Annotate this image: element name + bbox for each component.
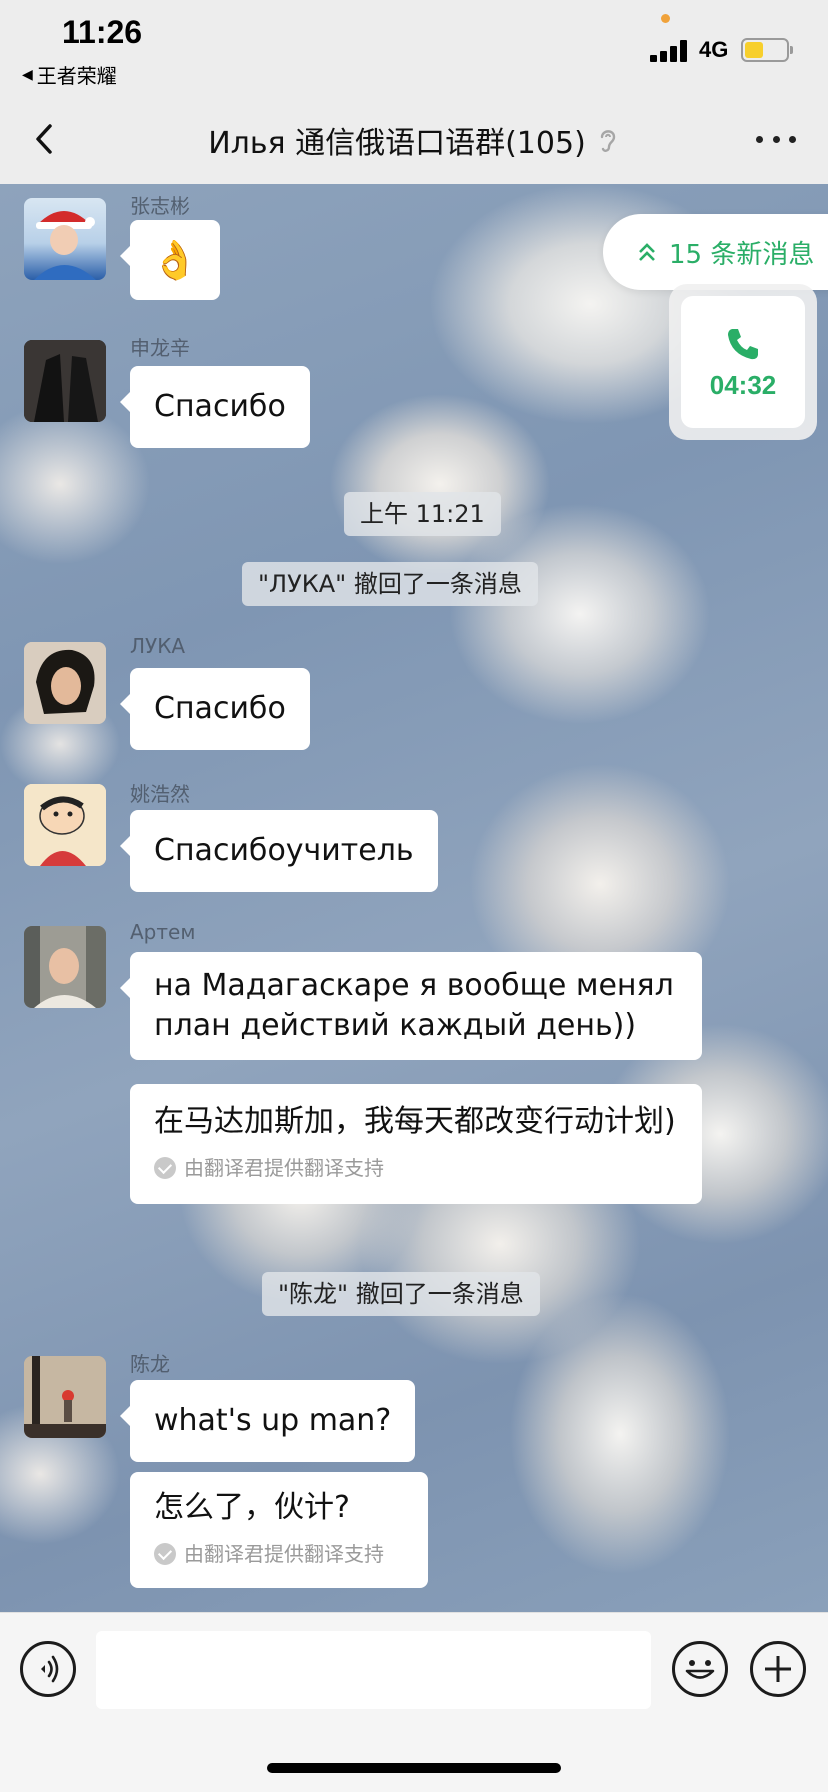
more-dots-icon[interactable] <box>756 124 796 154</box>
home-indicator[interactable] <box>267 1763 561 1773</box>
avatar[interactable] <box>24 198 106 280</box>
privacy-indicator-dot <box>661 14 670 23</box>
sender-name: Артем <box>130 920 196 944</box>
signal-icon <box>650 40 690 62</box>
timestamp-label: 上午 11:21 <box>344 492 501 536</box>
translation-text: 怎么了，伙计? <box>154 1490 350 1525</box>
new-messages-label: 15 条新消息 <box>669 239 815 270</box>
message-bubble[interactable]: 👌 <box>120 220 220 300</box>
translation-note: 由翻译君提供翻译支持 <box>154 1534 406 1574</box>
check-circle-icon <box>154 1543 176 1565</box>
recall-notice: "陈龙" 撤回了一条消息 <box>262 1272 540 1316</box>
message-bubble[interactable]: what's up man? <box>119 1380 416 1462</box>
translation-note-label: 由翻译君提供翻译支持 <box>184 1156 384 1180</box>
status-time: 11:26 <box>62 14 143 50</box>
status-bar: 11:26 ◀ 王者荣耀 4G <box>0 0 828 96</box>
chat-title-group[interactable]: Илья 通信俄语口语群(105) <box>0 118 828 162</box>
sender-name: ЛУКА <box>130 634 186 658</box>
message-bubble[interactable]: Спасибо <box>120 366 310 448</box>
message-bubble[interactable]: на Мадагаскаре я вообще менял план дейст… <box>120 952 702 1060</box>
input-bar <box>0 1612 828 1792</box>
avatar[interactable] <box>24 784 106 866</box>
avatar[interactable] <box>24 642 106 724</box>
sender-name: 申龙辛 <box>130 336 190 360</box>
plus-icon <box>765 1656 791 1682</box>
voice-input-button[interactable] <box>20 1641 76 1697</box>
message-bubble[interactable]: Спасибо <box>120 668 310 750</box>
ear-icon <box>600 130 615 152</box>
avatar[interactable] <box>24 340 106 422</box>
translation-bubble[interactable]: 在马达加斯加，我每天都改变行动计划) 由翻译君提供翻译支持 <box>130 1084 702 1204</box>
sender-name: 姚浩然 <box>130 782 190 806</box>
network-label: 4G <box>699 37 729 62</box>
avatar[interactable] <box>24 1356 106 1438</box>
sender-name: 陈龙 <box>130 1352 170 1376</box>
translation-text: 在马达加斯加，我每天都改变行动计划) <box>154 1104 676 1139</box>
translation-note-label: 由翻译君提供翻译支持 <box>184 1542 384 1566</box>
ongoing-call-widget[interactable]: 04:32 <box>669 284 817 440</box>
emoji-button[interactable] <box>672 1641 728 1697</box>
chat-header: Илья 通信俄语口语群(105) <box>0 96 828 184</box>
recall-notice: "ЛУКА" 撤回了一条消息 <box>242 562 538 606</box>
chat-title: Илья 通信俄语口语群(105) <box>208 126 586 161</box>
message-input[interactable] <box>96 1631 651 1709</box>
translation-note: 由翻译君提供翻译支持 <box>154 1148 680 1188</box>
double-chevron-up-icon <box>639 243 655 261</box>
back-to-app-link[interactable]: ◀ 王者荣耀 <box>22 60 117 89</box>
call-duration: 04:32 <box>709 369 777 400</box>
avatar[interactable] <box>24 926 106 1008</box>
back-triangle-icon: ◀ <box>22 66 33 83</box>
sender-name: 张志彬 <box>130 194 190 218</box>
voice-wave-icon <box>41 1655 59 1683</box>
more-actions-button[interactable] <box>750 1641 806 1697</box>
back-app-label: 王者荣耀 <box>36 64 117 88</box>
check-circle-icon <box>154 1157 176 1179</box>
translation-bubble[interactable]: 怎么了，伙计? 由翻译君提供翻译支持 <box>130 1472 428 1588</box>
phone-icon <box>728 328 758 359</box>
chat-message-list[interactable]: 张志彬 👌 申龙辛 Спасибо 上午 11:21 "ЛУКА" 撤回了一条消… <box>0 184 828 1612</box>
battery-icon <box>741 38 793 62</box>
new-messages-button[interactable]: 15 条新消息 <box>603 214 828 290</box>
smiley-icon <box>685 1660 715 1679</box>
message-bubble[interactable]: Спасибоучитель <box>120 810 438 892</box>
